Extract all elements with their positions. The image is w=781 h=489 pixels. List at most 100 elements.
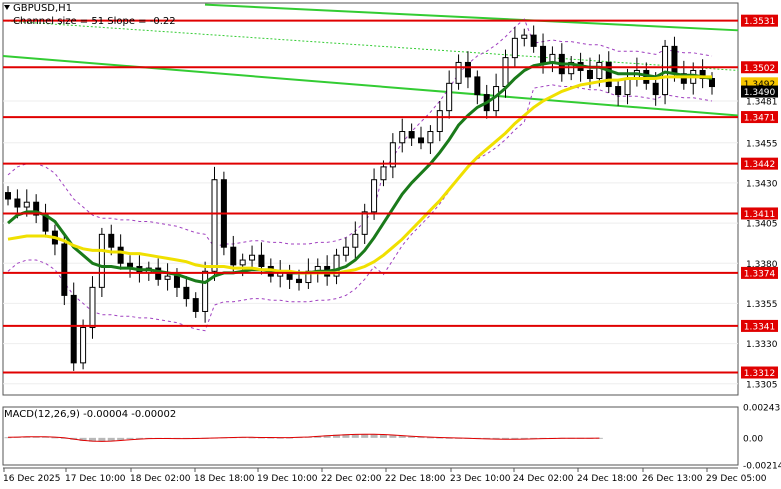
price-tick: 1.3355 <box>746 300 778 310</box>
level-tag: 1.3341 <box>741 319 778 332</box>
candle <box>352 221 359 259</box>
price-tick: 1.3481 <box>746 98 778 108</box>
candle-body <box>474 76 481 96</box>
candle-body <box>80 327 87 364</box>
level-tag-text: 1.3531 <box>744 17 776 27</box>
candle-body <box>361 211 368 235</box>
candle-body <box>464 61 471 78</box>
channel-upper <box>204 3 739 32</box>
time-label: 22 Dec 02:00 <box>321 474 382 484</box>
candle <box>371 168 378 220</box>
candle-body <box>249 254 256 261</box>
candle-body <box>511 37 518 59</box>
candle-body <box>108 233 115 248</box>
price-tick: 1.3455 <box>746 139 778 149</box>
time-axis: 16 Dec 2025 17 Dec 10:00 18 Dec 02:00 18 De… <box>3 467 767 484</box>
plot-area <box>2 2 739 396</box>
time-label: 18 Dec 02:00 <box>130 474 191 484</box>
symbol-label: GBPUSD,H1 <box>13 3 73 14</box>
time-label: 16 Dec 2025 <box>3 474 61 484</box>
time-label: 18 Dec 18:00 <box>194 474 255 484</box>
level-tag-text: 1.3374 <box>744 269 776 279</box>
candle <box>511 27 518 68</box>
time-label: 19 Dec 10:00 <box>257 474 318 484</box>
candle <box>427 125 434 155</box>
candle <box>342 237 349 262</box>
candle-body <box>98 233 105 288</box>
candle-body <box>652 82 659 96</box>
candle <box>51 224 58 256</box>
candle <box>474 70 481 105</box>
candle <box>455 54 462 90</box>
level-tag: 1.3442 <box>741 157 778 170</box>
candle <box>436 101 443 142</box>
candle <box>127 255 134 278</box>
macd-scale-label: 0.00243 <box>743 404 780 414</box>
candle <box>446 70 453 119</box>
macd-scale-label: -0.00214 <box>743 462 781 472</box>
candle-body <box>596 61 603 80</box>
candle <box>361 203 368 244</box>
candle <box>249 245 256 270</box>
candle-body <box>615 86 622 96</box>
macd-bar <box>126 437 134 440</box>
channel-mid <box>2 20 739 71</box>
price-tick: 1.3305 <box>746 380 778 390</box>
candle <box>230 235 237 272</box>
candle-body <box>239 259 246 266</box>
time-label: 23 Dec 10:00 <box>450 474 511 484</box>
level-tag-text: 1.3341 <box>744 322 776 332</box>
moving-averages <box>7 60 713 285</box>
time-label: 22 Dec 18:00 <box>385 474 446 484</box>
candle-body <box>380 166 387 181</box>
candle <box>399 118 406 153</box>
candle <box>89 276 96 339</box>
support-resistance-levels[interactable]: 1.35311.35021.34711.34421.34111.33741.33… <box>3 14 778 379</box>
band-lower <box>7 84 713 332</box>
macd-bar <box>389 435 397 438</box>
candle <box>530 25 537 53</box>
candle <box>80 319 87 370</box>
level-tag-text: 1.3442 <box>744 160 776 170</box>
candle-body <box>173 275 180 288</box>
candle <box>464 51 471 89</box>
candle-body <box>446 82 453 112</box>
candle <box>33 194 40 224</box>
candle <box>615 80 622 106</box>
candle-body <box>455 61 462 84</box>
candle <box>183 276 190 307</box>
macd-scale-label: 0.00 <box>743 434 763 444</box>
candle-body <box>258 254 265 267</box>
candle <box>164 263 171 291</box>
candle-body <box>230 246 237 266</box>
candle-body <box>371 179 378 213</box>
price-tick: 1.3430 <box>746 179 778 189</box>
candle-body <box>399 131 406 144</box>
candle <box>42 203 49 238</box>
level-tag-text: 1.3312 <box>744 369 776 379</box>
channel-info: Channel size = 51 Slope = -0.22 <box>13 16 176 27</box>
candle-body <box>23 201 30 208</box>
candle-body <box>502 57 509 88</box>
candle-body <box>352 233 359 248</box>
macd-label: MACD(12,26,9) -0.00004 -0.00002 <box>4 409 177 420</box>
candle-body <box>521 34 528 39</box>
candle-body <box>117 246 124 264</box>
level-tag-text: 1.3471 <box>744 114 776 124</box>
candle-body <box>671 45 678 75</box>
level-tag: 1.3502 <box>741 61 778 74</box>
candle-body <box>408 131 415 139</box>
candle-body <box>662 45 669 96</box>
time-label: 24 Dec 18:00 <box>577 474 638 484</box>
macd-signal-line <box>7 433 600 442</box>
macd-bar <box>379 434 387 438</box>
candle <box>418 126 425 150</box>
level-tag: 1.3411 <box>741 207 778 220</box>
candle <box>521 28 528 47</box>
candle <box>98 227 105 297</box>
price-tick: 1.3380 <box>746 260 778 270</box>
candle-body <box>418 137 425 144</box>
candle-body <box>89 286 96 329</box>
time-label: 17 Dec 10:00 <box>65 474 126 484</box>
candles <box>5 25 715 371</box>
